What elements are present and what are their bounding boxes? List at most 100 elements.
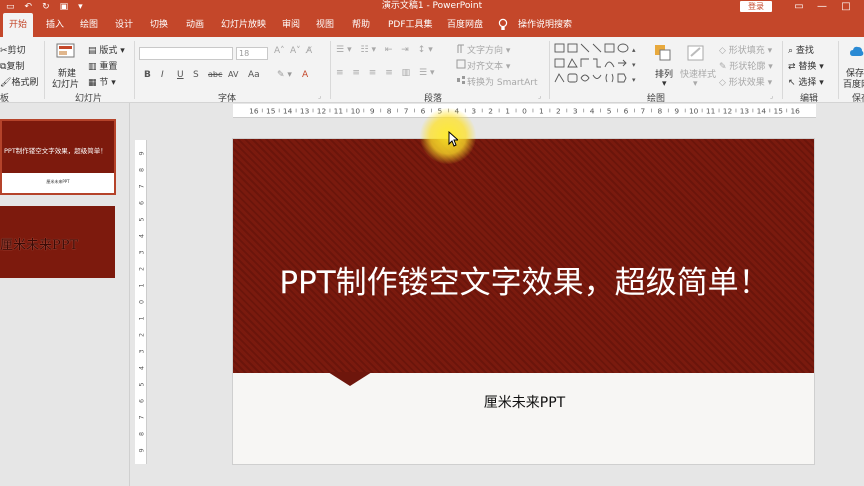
clear-formatting-button[interactable]: A̸ (306, 46, 312, 56)
character-spacing-button[interactable]: AV (228, 70, 238, 79)
svg-text:▾: ▾ (632, 76, 636, 84)
ruler-label: 4 (590, 106, 595, 115)
highlight-color-button[interactable]: ✎ ▾ (277, 70, 292, 80)
layout-button[interactable]: ▤ 版式 ▾ (88, 43, 125, 57)
slide-thumbnail-pane: PPT制作镂空文字效果，超级简单！ 厘米未来PPT 厘米未来PPT (0, 103, 130, 486)
tab-review[interactable]: 审阅 (282, 13, 300, 37)
ruler-label: 0 (137, 300, 145, 304)
ruler-label: 11 (334, 106, 344, 115)
ruler-label: 14 (283, 106, 293, 115)
tab-slideshow[interactable]: 幻灯片放映 (221, 13, 266, 37)
strikethrough-button[interactable]: abc (208, 70, 222, 79)
group-separator (44, 41, 45, 99)
font-dialog-launcher[interactable]: ⌟ (318, 92, 321, 100)
new-slide-dropdown[interactable]: 幻灯片 (52, 77, 79, 90)
bold-button[interactable]: B (144, 70, 151, 80)
ruler-label: 16 (790, 106, 800, 115)
increase-font-size-button[interactable]: A˄ (274, 46, 285, 56)
text-direction-button[interactable]: 文字方向 ▾ (467, 43, 510, 56)
replace-button[interactable]: ⇄ 替换 ▾ (788, 59, 824, 73)
paragraph-group-label: 段落 (424, 94, 443, 104)
tab-home[interactable]: 开始 (3, 13, 34, 37)
alignment-buttons[interactable]: ≡ ≡ ≡ ≡ ▥ ☰▾ (336, 68, 438, 78)
find-button[interactable]: ⌕ 查找 (788, 43, 814, 57)
ruler-label: 2 (137, 267, 145, 271)
tell-me-search[interactable]: 操作说明搜索 (518, 13, 572, 37)
cloud-save-icon (850, 46, 864, 56)
convert-smartart-button[interactable]: 转换为 SmartArt (467, 75, 537, 88)
ruler-label: 7 (137, 415, 145, 419)
reset-button[interactable]: ▥ 重置 (88, 59, 117, 73)
ruler-label: 14 (757, 106, 767, 115)
ruler-label: 7 (404, 106, 409, 115)
copy-button[interactable]: ⧉复制 (0, 59, 24, 73)
ruler-label: 4 (137, 234, 145, 238)
shape-outline-button[interactable]: ✎ 形状轮廓 ▾ (719, 59, 773, 73)
close-button[interactable]: ✕ (858, 0, 864, 13)
paint-bucket-icon: ◇ (719, 45, 726, 56)
paragraph-dialog-launcher[interactable]: ⌟ (538, 92, 541, 100)
section-button[interactable]: ▦ 节 ▾ (88, 75, 116, 89)
group-separator (782, 41, 783, 99)
ruler-label: 6 (624, 106, 629, 115)
shapes-gallery[interactable]: ▴ ▾ ▾ (554, 42, 638, 88)
tab-transitions[interactable]: 切换 (150, 13, 168, 37)
group-separator (134, 41, 135, 99)
font-name-field[interactable] (139, 47, 233, 60)
shape-fill-button[interactable]: ◇ 形状填充 ▾ (719, 43, 772, 57)
slide-thumbnail-1[interactable]: PPT制作镂空文字效果，超级简单！ 厘米未来PPT (0, 119, 116, 195)
drawing-group-label: 绘图 (647, 94, 666, 104)
tab-insert[interactable]: 插入 (46, 13, 64, 37)
select-button[interactable]: ↖ 选择 ▾ (788, 75, 824, 89)
ruler-label: 3 (573, 106, 578, 115)
font-size-field[interactable]: 18 (236, 47, 268, 60)
shadow-button[interactable]: S (193, 70, 199, 80)
minimize-button[interactable]: — (812, 0, 832, 13)
maximize-button[interactable]: □ (836, 0, 856, 13)
quick-styles-button[interactable]: 快速样式 (680, 67, 716, 80)
text-direction-icon (457, 44, 464, 53)
italic-button[interactable]: I (161, 70, 164, 80)
ruler-label: 9 (674, 106, 679, 115)
quick-styles-icon (687, 45, 704, 61)
slide-title[interactable]: PPT制作镂空文字效果，超级简单！ (233, 257, 814, 302)
shape-effects-button[interactable]: ◇ 形状效果 ▾ (719, 75, 772, 89)
login-button[interactable]: 登录 (740, 1, 772, 12)
cut-button[interactable]: ✂剪切 (0, 43, 26, 57)
search-icon: ⌕ (788, 45, 794, 56)
decrease-font-size-button[interactable]: A˅ (290, 46, 301, 56)
tab-animations[interactable]: 动画 (186, 13, 204, 37)
new-slide-icon[interactable] (56, 42, 76, 62)
tab-help[interactable]: 帮助 (352, 13, 370, 37)
format-painter-button[interactable]: 🖌格式刷 (0, 75, 38, 89)
tab-draw[interactable]: 绘图 (80, 13, 98, 37)
drawing-dialog-launcher[interactable]: ⌟ (770, 92, 773, 100)
layout-icon: ▤ (88, 45, 97, 56)
tab-view[interactable]: 视图 (316, 13, 334, 37)
arrange-dropdown-icon[interactable]: ▾ (662, 79, 667, 89)
group-separator (330, 41, 331, 99)
slide-canvas[interactable]: PPT制作镂空文字效果，超级简单！ 厘米未来PPT (232, 138, 815, 465)
align-text-icon (456, 59, 466, 69)
ruler-label: 8 (137, 432, 145, 436)
underline-button[interactable]: U (177, 70, 184, 80)
font-color-button[interactable]: A (302, 70, 308, 80)
thumbnail-subtitle: 厘米未来PPT (46, 179, 70, 184)
ruler-label: 2 (556, 106, 561, 115)
ruler-label: 3 (471, 106, 476, 115)
tab-pdf-tools[interactable]: PDF工具集 (388, 13, 433, 37)
change-case-button[interactable]: Aa (248, 70, 260, 80)
ruler-label: 9 (137, 448, 145, 452)
align-text-button[interactable]: 对齐文本 ▾ (467, 59, 510, 72)
slide-subtitle[interactable]: 厘米未来PPT (233, 392, 814, 412)
slide-thumbnail-2[interactable]: 厘米未来PPT (0, 206, 115, 278)
save-to-baidu-label-2[interactable]: 百度网 (843, 77, 864, 90)
bullets-buttons[interactable]: ☰▾ ☷▾ ⇤ ⇥ ↕▾ (336, 45, 436, 55)
ribbon-display-options-icon[interactable]: ▭ (789, 0, 809, 13)
arrange-icon (655, 45, 671, 61)
ruler-label: 10 (689, 106, 699, 115)
tab-baidu-netdisk[interactable]: 百度网盘 (447, 13, 483, 37)
quick-styles-dropdown-icon[interactable]: ▾ (693, 79, 698, 89)
tab-design[interactable]: 设计 (115, 13, 133, 37)
thumbnail-title: PPT制作镂空文字效果，超级简单！ (4, 147, 107, 155)
